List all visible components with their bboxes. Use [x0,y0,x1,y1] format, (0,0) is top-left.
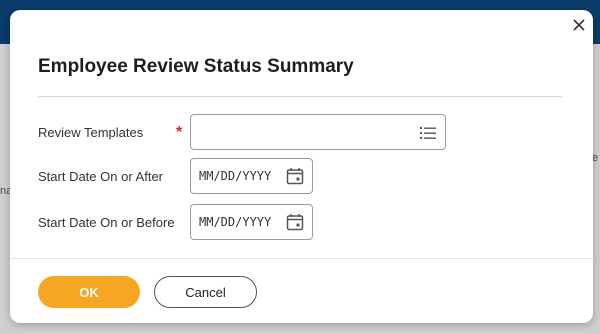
dialog-title: Employee Review Status Summary [38,56,354,77]
required-indicator: * [176,124,183,141]
start-date-before-label: Start Date On or Before [38,215,175,230]
calendar-icon[interactable] [286,167,304,185]
review-templates-label: Review Templates [38,125,144,140]
close-button[interactable] [568,14,590,36]
start-date-before-placeholder: MM/DD/YYYY [199,215,272,229]
cancel-button[interactable]: Cancel [154,276,257,308]
title-divider [38,96,562,97]
start-date-after-placeholder: MM/DD/YYYY [199,169,272,183]
review-templates-input[interactable] [190,114,446,150]
footer-divider [10,258,593,259]
start-date-after-label: Start Date On or After [38,169,163,184]
start-date-after-input[interactable]: MM/DD/YYYY [190,158,313,194]
start-date-before-input[interactable]: MM/DD/YYYY [190,204,313,240]
close-icon [573,19,585,31]
calendar-icon[interactable] [286,213,304,231]
list-icon[interactable] [419,124,437,142]
review-status-dialog: Employee Review Status Summary Review Te… [10,10,593,323]
ok-button[interactable]: OK [38,276,140,308]
